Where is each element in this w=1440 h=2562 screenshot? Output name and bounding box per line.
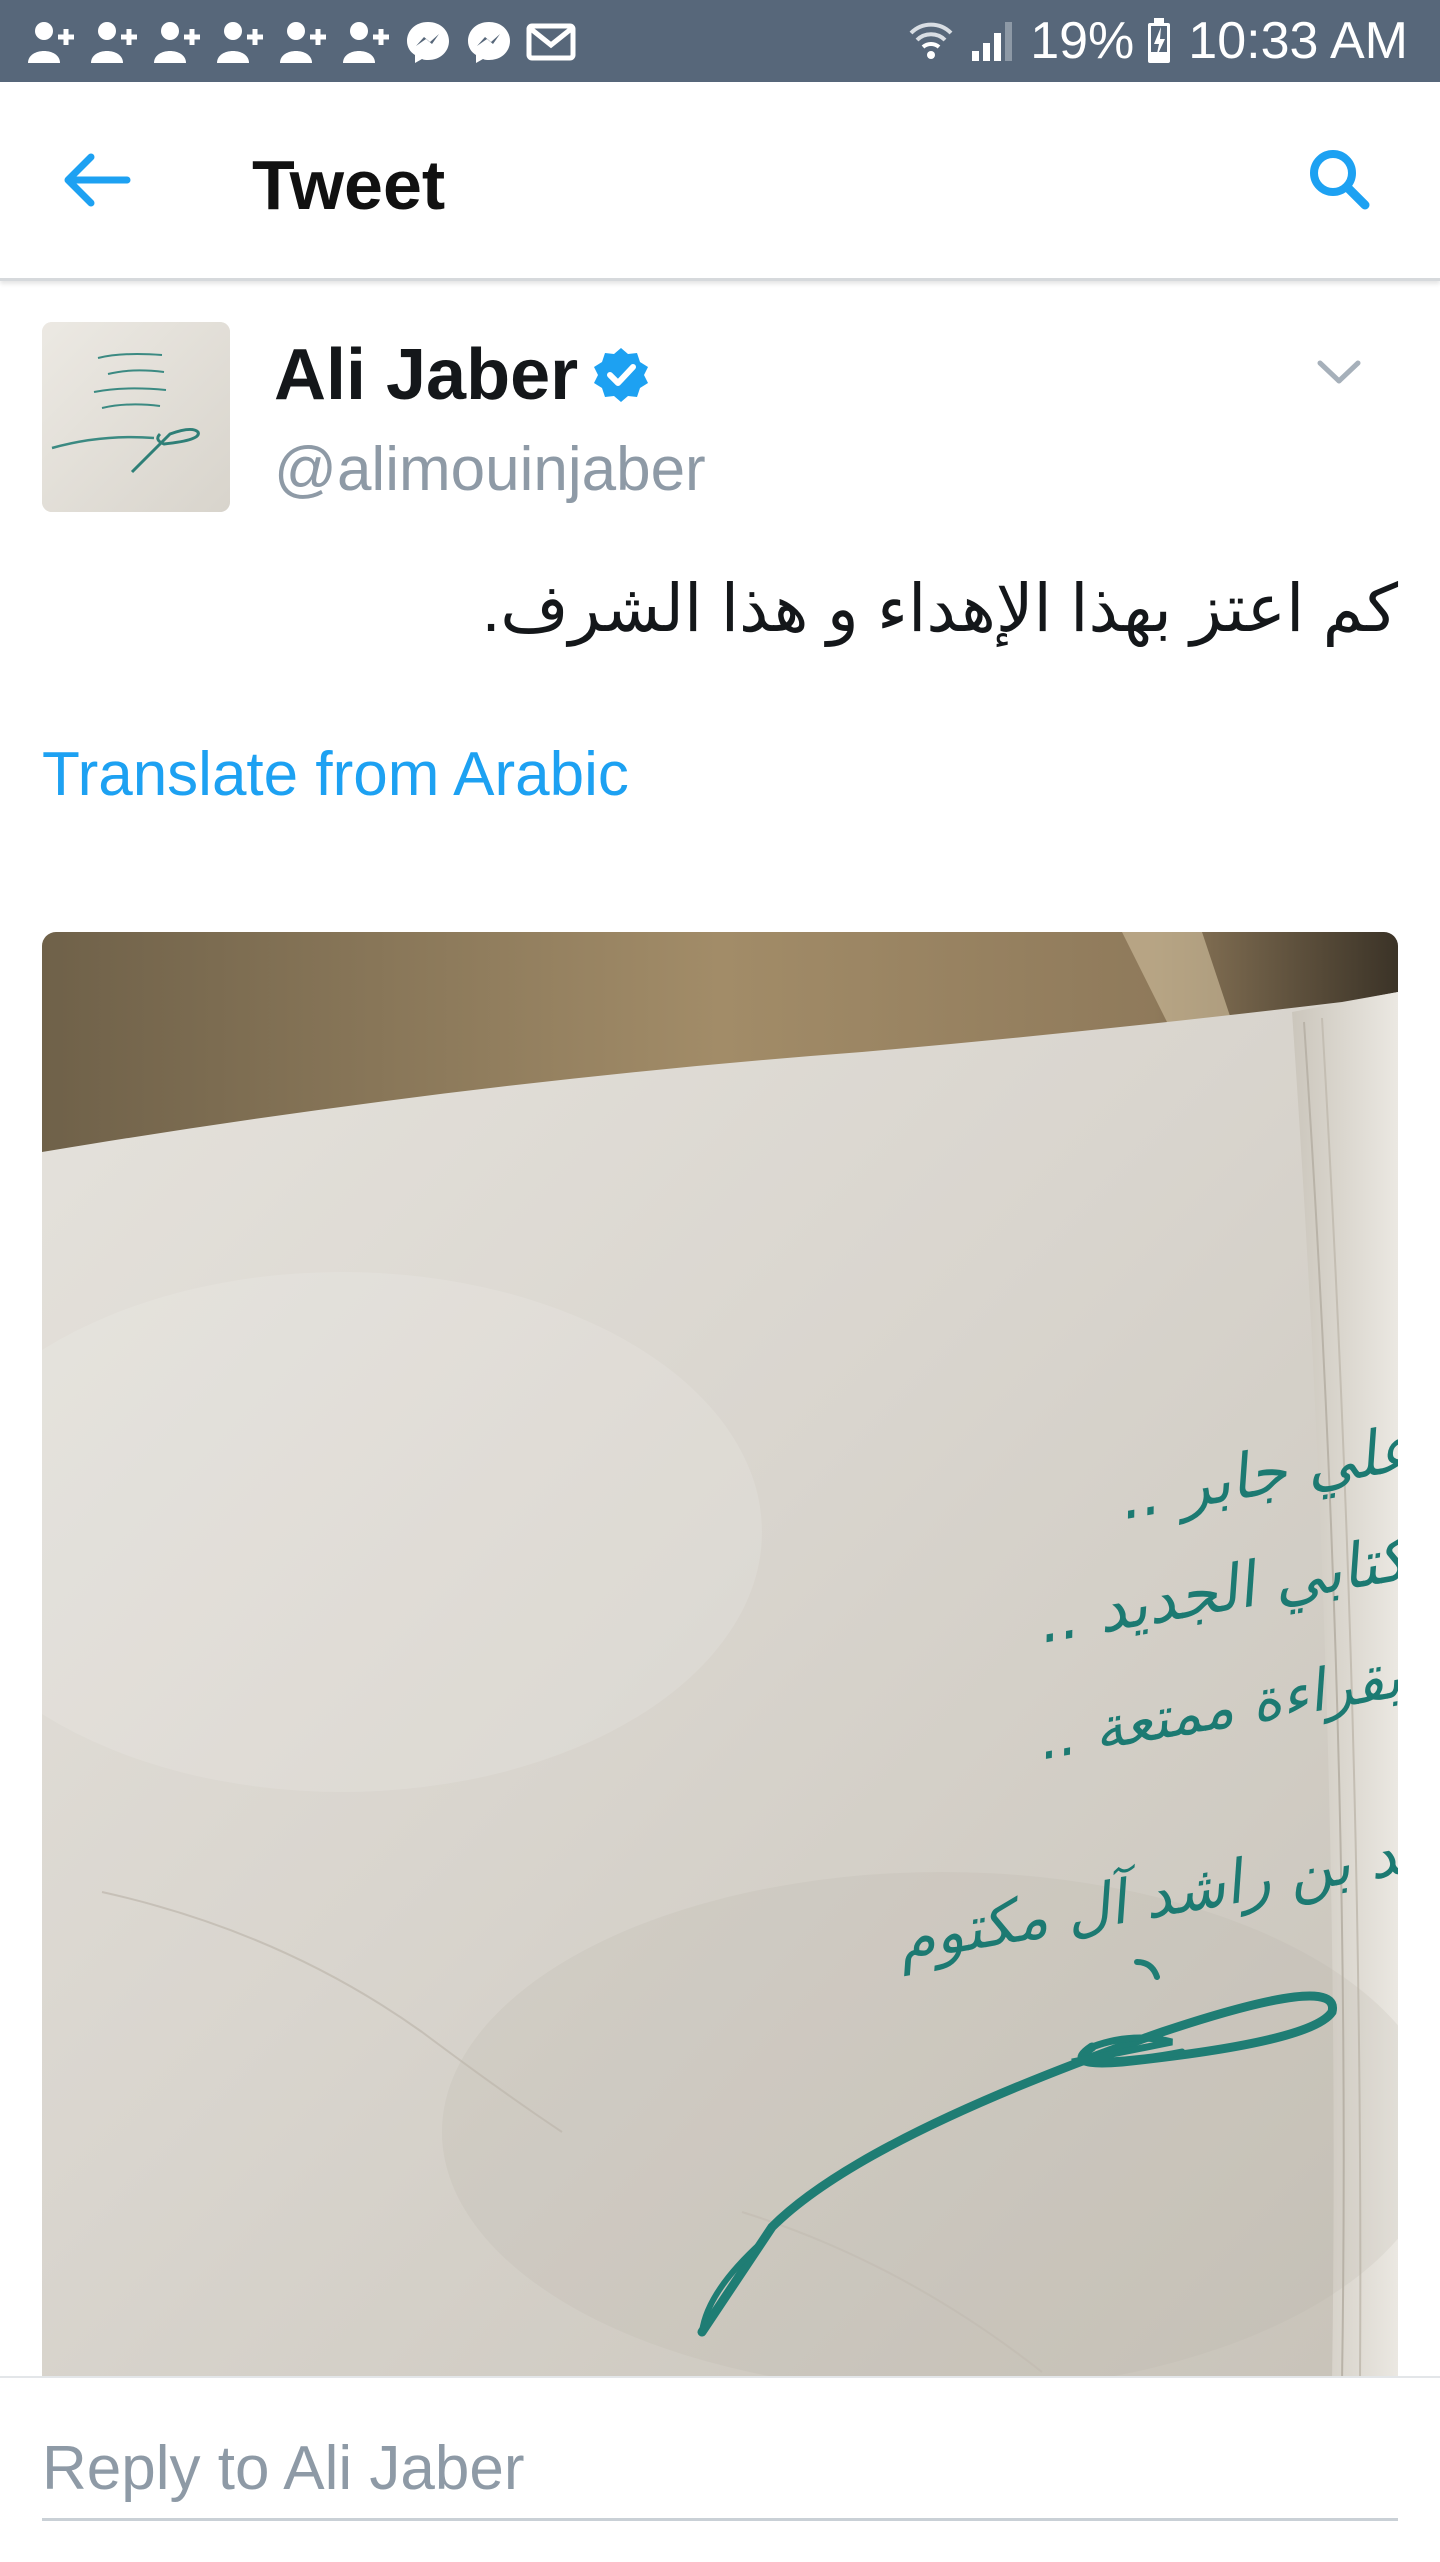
status-time: 10:33 AM [1188, 12, 1408, 70]
arrow-left-icon [61, 152, 131, 213]
signal-icon [970, 19, 1014, 63]
add-user-icon [89, 19, 139, 65]
add-user-icon [341, 19, 391, 65]
search-icon [1307, 147, 1371, 216]
wifi-icon [908, 19, 954, 63]
messenger-icon [465, 19, 513, 65]
system-status: 19% 10:33 AM [908, 10, 1408, 72]
translate-link[interactable]: Translate from Arabic [42, 730, 629, 820]
user-handle[interactable]: @alimouinjaber [274, 430, 706, 510]
add-user-icon [152, 19, 202, 65]
tweet-text: كم اعتز بهذا الإهداء و هذا الشرف. [481, 571, 1398, 645]
add-user-icon [215, 19, 265, 65]
verified-badge-icon [592, 346, 650, 404]
author-name-row: Ali Jaber [274, 330, 650, 420]
messenger-icon [404, 19, 452, 65]
reply-bar [0, 2376, 1440, 2562]
back-button[interactable] [56, 142, 136, 222]
battery-charging-icon [1146, 18, 1172, 64]
avatar[interactable] [42, 322, 230, 512]
battery-percent: 19% [1030, 12, 1135, 70]
page-title: Tweet [252, 146, 446, 224]
tweet-options-button[interactable] [1304, 346, 1374, 402]
search-button[interactable] [1298, 140, 1380, 222]
tweet-media-image[interactable]: إلى الأخ علي جابر .. أهديك كتابي الجديد … [42, 932, 1398, 2382]
display-name[interactable]: Ali Jaber [274, 330, 578, 420]
notification-icons [26, 18, 589, 66]
toolbar: Tweet [0, 82, 1440, 281]
reply-input[interactable] [42, 2418, 1398, 2521]
mail-icon [526, 22, 576, 62]
add-user-icon [26, 19, 76, 65]
status-bar: 19% 10:33 AM [0, 0, 1440, 82]
chevron-down-icon [1316, 358, 1362, 391]
add-user-icon [278, 19, 328, 65]
